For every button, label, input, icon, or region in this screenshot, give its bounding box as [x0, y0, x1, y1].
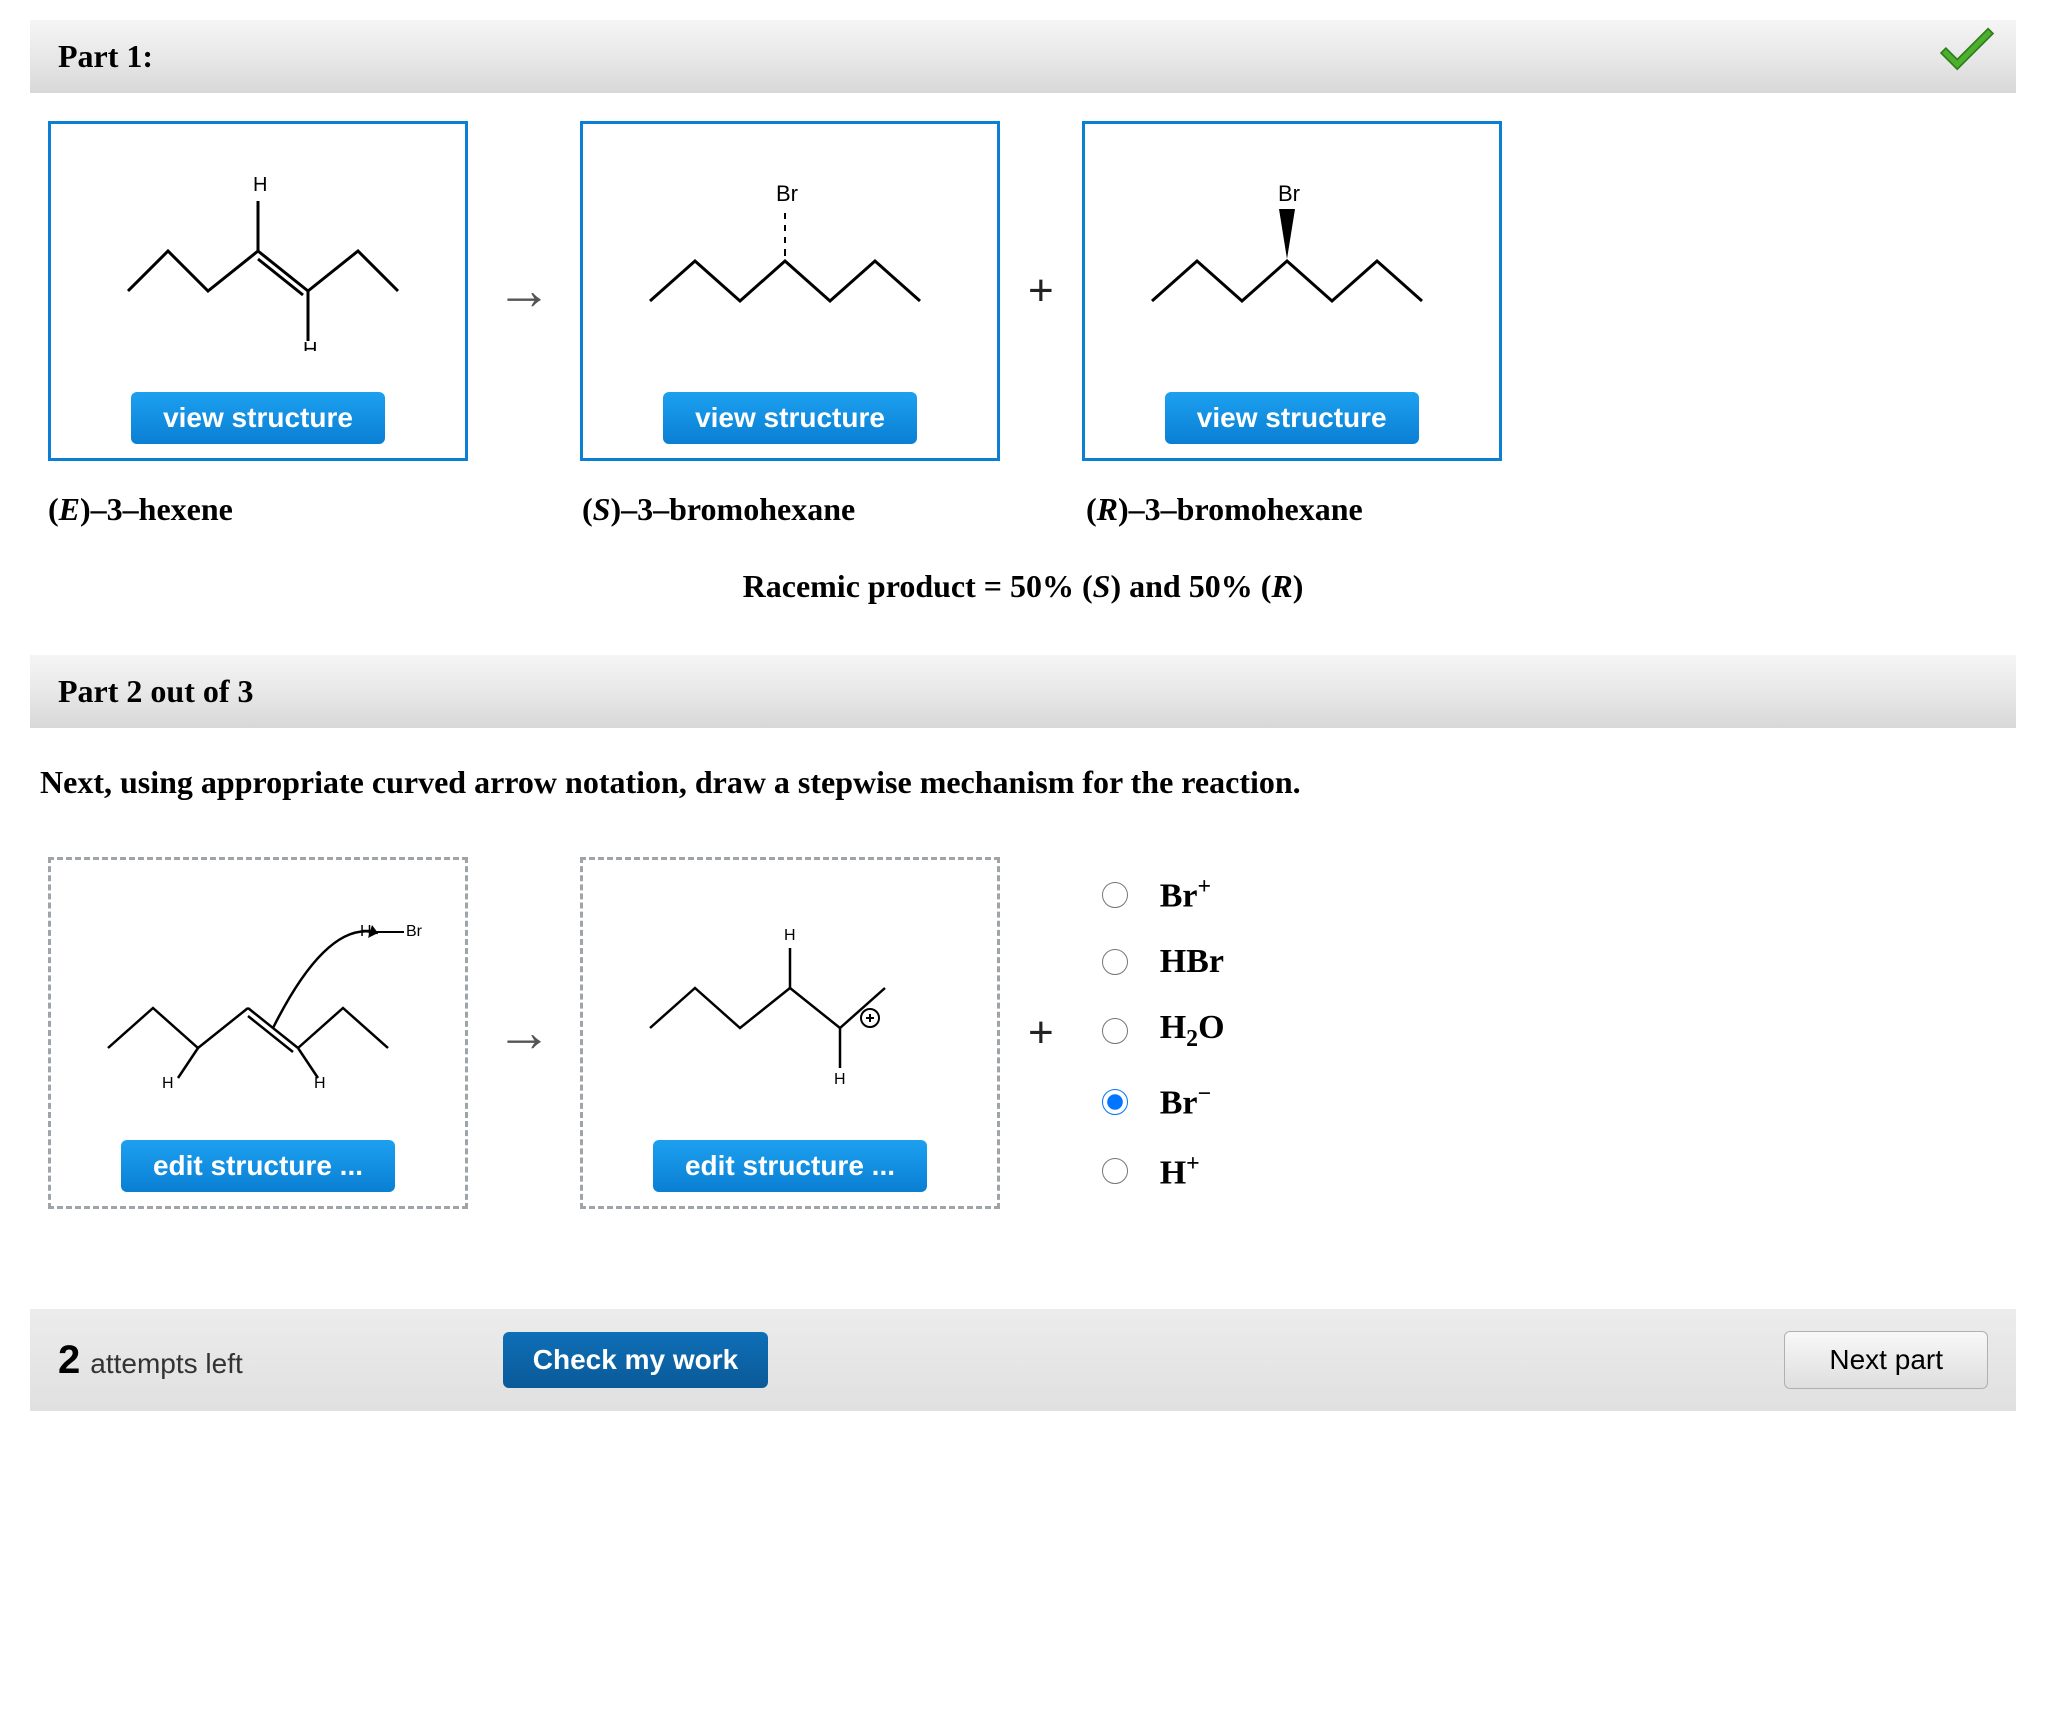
- radio-input-h2o[interactable]: [1102, 1018, 1128, 1044]
- radio-option-h-plus[interactable]: H+: [1102, 1151, 1225, 1192]
- mechanism-edit-box-1: H H H Br edit structure ...: [48, 857, 468, 1209]
- part2-title: Part 2 out of 3: [58, 673, 254, 709]
- view-structure-button-2[interactable]: view structure: [663, 392, 917, 444]
- structure-box-1: H H view structure: [48, 121, 468, 461]
- svg-text:Br: Br: [776, 181, 798, 206]
- svg-text:H: H: [303, 339, 317, 351]
- radio-input-br-minus[interactable]: [1102, 1089, 1128, 1115]
- attempts-text: attempts left: [90, 1348, 243, 1380]
- check-my-work-button[interactable]: Check my work: [503, 1332, 768, 1388]
- mechanism-edit-box-2: H H edit structure ...: [580, 857, 1000, 1209]
- reaction-arrow-icon: →: [490, 259, 558, 323]
- attempts-number: 2: [58, 1338, 80, 1383]
- mechanism-arrow-icon: →: [490, 1001, 558, 1065]
- structure-label-2: (S)–3–bromohexane: [582, 491, 1002, 528]
- mechanism-row: H H H Br edit structure ... → H H: [30, 857, 2016, 1249]
- svg-text:H: H: [162, 1075, 174, 1092]
- svg-text:H: H: [784, 927, 796, 944]
- radio-label-br-minus: Br−: [1160, 1081, 1211, 1122]
- footer-bar: 2 attempts left Check my work Next part: [30, 1309, 2016, 1411]
- byproduct-radio-group: Br+ HBr H2O Br− H+: [1082, 874, 1225, 1192]
- mechanism-drawing-1: H H H Br: [51, 860, 465, 1126]
- racemic-note: Racemic product = 50% (S) and 50% (R): [30, 558, 2016, 655]
- part2-instruction: Next, using appropriate curved arrow not…: [30, 764, 2016, 857]
- svg-text:Br: Br: [406, 923, 423, 940]
- radio-input-h-plus[interactable]: [1102, 1158, 1128, 1184]
- view-structure-button-1[interactable]: view structure: [131, 392, 385, 444]
- svg-text:H: H: [314, 1075, 326, 1092]
- molecule-drawing-s-3-bromohexane: Br: [583, 124, 997, 378]
- radio-label-hbr: HBr: [1160, 943, 1224, 981]
- structure-label-3: (R)–3–bromohexane: [1086, 491, 1506, 528]
- radio-label-h2o: H2O: [1160, 1009, 1225, 1053]
- structure-box-3: Br view structure: [1082, 121, 1502, 461]
- radio-option-hbr[interactable]: HBr: [1102, 943, 1225, 981]
- radio-option-br-minus[interactable]: Br−: [1102, 1081, 1225, 1122]
- radio-input-br-plus[interactable]: [1102, 882, 1128, 908]
- next-part-button[interactable]: Next part: [1784, 1331, 1988, 1389]
- edit-structure-button-1[interactable]: edit structure ...: [121, 1140, 395, 1192]
- part1-title: Part 1:: [58, 38, 153, 74]
- radio-option-br-plus[interactable]: Br+: [1102, 874, 1225, 915]
- mechanism-plus-icon: +: [1022, 1008, 1060, 1058]
- svg-text:H: H: [360, 923, 372, 940]
- attempts-left: 2 attempts left: [58, 1338, 243, 1383]
- svg-text:H: H: [253, 174, 267, 196]
- mechanism-drawing-2: H H: [583, 860, 997, 1126]
- structure-label-1: (E)–3–hexene: [48, 491, 468, 528]
- part1-structures-row: H H view structure → Br view structure: [30, 121, 2016, 481]
- correct-checkmark-icon: [1928, 14, 2006, 100]
- molecule-drawing-e-3-hexene: H H: [51, 124, 465, 378]
- part2-header: Part 2 out of 3: [30, 655, 2016, 728]
- radio-input-hbr[interactable]: [1102, 949, 1128, 975]
- molecule-drawing-r-3-bromohexane: Br: [1085, 124, 1499, 378]
- part1-header: Part 1:: [30, 20, 2016, 93]
- svg-text:H: H: [834, 1071, 846, 1088]
- part1-labels-row: (E)–3–hexene (S)–3–bromohexane (R)–3–bro…: [30, 481, 2016, 558]
- plus-icon: +: [1022, 266, 1060, 316]
- radio-label-br-plus: Br+: [1160, 874, 1211, 915]
- edit-structure-button-2[interactable]: edit structure ...: [653, 1140, 927, 1192]
- structure-box-2: Br view structure: [580, 121, 1000, 461]
- view-structure-button-3[interactable]: view structure: [1165, 392, 1419, 444]
- radio-label-h-plus: H+: [1160, 1151, 1200, 1192]
- svg-text:Br: Br: [1278, 181, 1300, 206]
- radio-option-h2o[interactable]: H2O: [1102, 1009, 1225, 1053]
